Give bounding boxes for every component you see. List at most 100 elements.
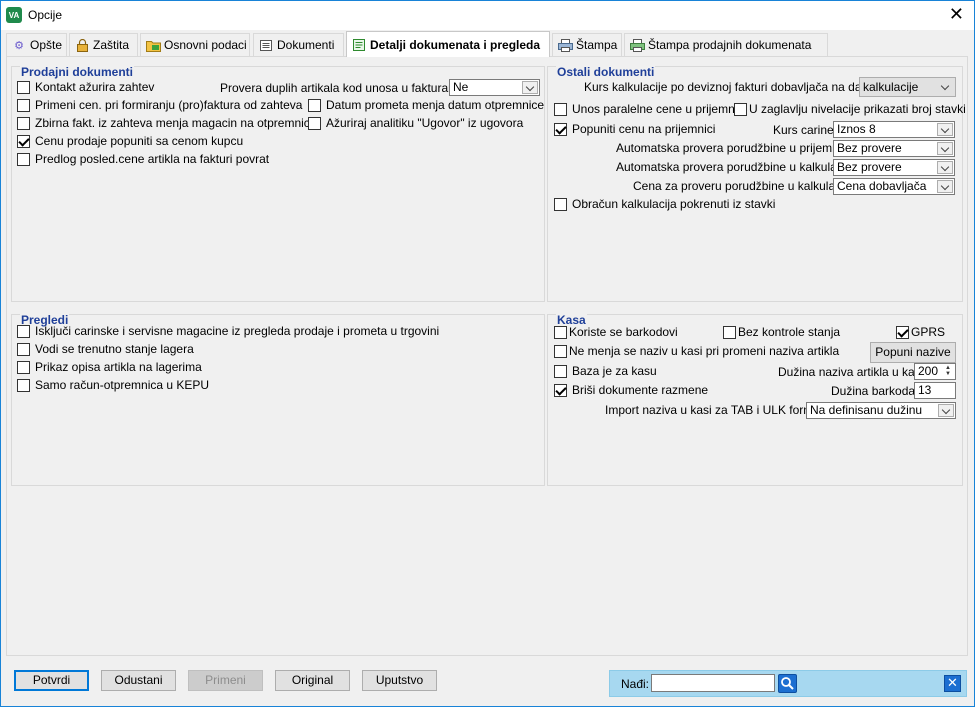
checkbox-baza-za-kasu[interactable]: Baza je za kasu xyxy=(554,364,657,378)
chevron-down-icon[interactable] xyxy=(522,81,538,94)
checkbox-label: GPRS xyxy=(911,325,946,339)
folder-icon xyxy=(145,38,161,52)
chevron-down-icon[interactable] xyxy=(937,161,953,174)
import-naziva-select[interactable]: Na definisanu dužinu xyxy=(806,402,956,419)
kurs-kalkulacije-select[interactable]: kalkulacije xyxy=(859,77,956,97)
potvrdi-button[interactable]: Potvrdi xyxy=(14,670,89,691)
checkbox-popuniti-cenu[interactable]: Popuniti cenu na prijemnici xyxy=(554,122,715,136)
gear-icon: ⚙ xyxy=(14,39,24,52)
checkbox-box[interactable] xyxy=(17,116,30,130)
checkbox-ne-menja-naziv[interactable]: Ne menja se naziv u kasi pri promeni naz… xyxy=(554,344,839,358)
primeni-button[interactable]: Primeni xyxy=(188,670,263,691)
checkbox-box[interactable] xyxy=(308,98,321,112)
checkbox-label: Koriste se barkodovi xyxy=(569,325,678,339)
checkbox-box[interactable] xyxy=(554,122,567,136)
checkbox-azuriraj-analitiku[interactable]: Ažuriraj analitiku "Ugovor" iz ugovora xyxy=(308,116,523,130)
checkbox-cenu-prodaje[interactable]: Cenu prodaje popuniti sa cenom kupcu xyxy=(17,134,243,148)
checkbox-box[interactable] xyxy=(554,197,567,211)
select-value: kalkulacije xyxy=(863,80,919,94)
checkbox-obracun-kalkulacija[interactable]: Obračun kalkulacija pokrenuti iz stavki xyxy=(554,197,775,211)
chevron-down-icon[interactable] xyxy=(937,180,953,193)
popuni-nazive-button[interactable]: Popuni nazive xyxy=(870,342,956,363)
checkbox-unos-paralelne[interactable]: Unos paralelne cene u prijemnici xyxy=(554,102,746,116)
cena-za-proveru-select[interactable]: Cena dobavljača xyxy=(833,178,955,195)
close-search-icon[interactable]: ✕ xyxy=(944,675,961,692)
checkbox-box[interactable] xyxy=(17,134,30,148)
checkbox-box[interactable] xyxy=(17,80,30,94)
window-close-icon[interactable]: ✕ xyxy=(949,4,964,24)
checkbox-box[interactable] xyxy=(734,102,747,116)
checkbox-box[interactable] xyxy=(17,342,30,356)
checkbox-u-zaglavlju[interactable]: U zaglavlju nivelacije prikazati broj st… xyxy=(734,102,966,116)
checkbox-predlog-posled[interactable]: Predlog posled.cene artikla na fakturi p… xyxy=(17,152,269,166)
select-value: Bez provere xyxy=(837,160,902,174)
checkbox-label: Popuniti cenu na prijemnici xyxy=(572,122,716,136)
checkbox-box[interactable] xyxy=(17,324,30,338)
chevron-down-icon[interactable] xyxy=(938,404,954,417)
tab-detalji-dokumenata[interactable]: Detalji dokumenata i pregleda xyxy=(346,31,550,57)
checkbox-box[interactable] xyxy=(554,383,567,397)
cena-za-proveru-label: Cena za proveru porudžbine u kalkulaciji… xyxy=(633,179,853,193)
search-input[interactable] xyxy=(651,674,775,692)
duzina-barkoda-label: Dužina barkoda: xyxy=(831,384,919,398)
checkbox-vodi-stanje[interactable]: Vodi se trenutno stanje lagera xyxy=(17,342,194,356)
checkbox-box[interactable] xyxy=(17,98,30,112)
checkbox-label: Datum prometa menja datum otpremnice xyxy=(326,98,545,112)
group-pregledi: Pregledi Isključi carinske i servisne ma… xyxy=(11,313,545,486)
tab-label: Opšte xyxy=(30,38,63,52)
checkbox-datum-prometa[interactable]: Datum prometa menja datum otpremnice xyxy=(308,98,544,112)
tab-stampa[interactable]: Štampa xyxy=(552,33,622,56)
tab-label: Štampa prodajnih dokumenata xyxy=(648,38,812,52)
checkbox-box[interactable] xyxy=(723,325,736,339)
options-window: VA Opcije ✕ ⚙ Opšte Zaštita Osnovni poda… xyxy=(0,0,975,707)
checkbox-gprs[interactable]: GPRS xyxy=(896,325,945,339)
search-button[interactable] xyxy=(778,674,797,693)
auto-provera-kalkulaciji-label: Automatska provera porudžbine u kalkulac… xyxy=(616,160,855,174)
tab-label: Dokumenti xyxy=(277,38,335,52)
chevron-down-icon[interactable] xyxy=(937,123,953,136)
chevron-down-icon[interactable] xyxy=(937,142,953,155)
tab-osnovni-podaci[interactable]: Osnovni podaci xyxy=(140,33,250,56)
uputstvo-button[interactable]: Uputstvo xyxy=(362,670,437,691)
checkbox-box[interactable] xyxy=(896,325,909,339)
checkbox-box[interactable] xyxy=(554,344,567,358)
tab-label: Detalji dokumenata i pregleda xyxy=(370,37,541,52)
checkbox-box[interactable] xyxy=(17,360,30,374)
duzina-barkoda-input[interactable]: 13 xyxy=(914,382,956,399)
checkbox-iskljuci-carinske[interactable]: Isključi carinske i servisne magacine iz… xyxy=(17,324,439,338)
checkbox-samo-racun[interactable]: Samo račun-otpremnica u KEPU xyxy=(17,378,209,392)
group-prodajni-dokumenti: Prodajni dokumenti Kontakt ažurira zahte… xyxy=(11,65,545,302)
checkbox-kontakt-azurira[interactable]: Kontakt ažurira zahtev xyxy=(17,80,154,94)
checkbox-zbirna-fakt[interactable]: Zbirna fakt. iz zahteva menja magacin na… xyxy=(17,116,312,130)
checkbox-prikaz-opisa[interactable]: Prikaz opisa artikla na lagerima xyxy=(17,360,202,374)
chevron-down-icon[interactable] xyxy=(938,81,954,94)
checkbox-bez-kontrole[interactable]: Bez kontrole stanja xyxy=(723,325,840,339)
tab-zastita[interactable]: Zaštita xyxy=(69,33,138,56)
tab-stampa-prodajnih[interactable]: Štampa prodajnih dokumenata xyxy=(624,33,828,56)
tab-opste[interactable]: ⚙ Opšte xyxy=(6,33,67,56)
tab-panel-detalji: Prodajni dokumenti Kontakt ažurira zahte… xyxy=(6,56,968,656)
checkbox-box[interactable] xyxy=(17,152,30,166)
tab-dokumenti[interactable]: Dokumenti xyxy=(253,33,344,56)
odustani-button[interactable]: Odustani xyxy=(101,670,176,691)
kurs-carine-select[interactable]: Iznos 8 xyxy=(833,121,955,138)
spin-arrows-icon[interactable]: ▲ ▼ xyxy=(942,365,954,378)
checkbox-koriste-barkodovi[interactable]: Koriste se barkodovi xyxy=(554,325,678,339)
checkbox-box[interactable] xyxy=(554,364,567,378)
checkbox-box[interactable] xyxy=(308,116,321,130)
checkbox-box[interactable] xyxy=(554,325,567,339)
checkbox-label: Obračun kalkulacija pokrenuti iz stavki xyxy=(572,197,776,211)
checkbox-label: Prikaz opisa artikla na lagerima xyxy=(35,360,202,374)
provera-duplih-select[interactable]: Ne xyxy=(449,79,540,96)
auto-provera-kalkulaciji-select[interactable]: Bez provere xyxy=(833,159,955,176)
document-icon xyxy=(258,38,274,52)
checkbox-box[interactable] xyxy=(554,102,567,116)
original-button[interactable]: Original xyxy=(275,670,350,691)
duzina-naziva-stepper[interactable]: 200 ▲ ▼ xyxy=(914,363,956,380)
checkbox-primeni-cen[interactable]: Primeni cen. pri formiranju (pro)faktura… xyxy=(17,98,302,112)
checkbox-label: Zbirna fakt. iz zahteva menja magacin na… xyxy=(35,116,313,130)
printer-icon xyxy=(629,38,645,52)
checkbox-brisi-dokumente[interactable]: Briši dokumente razmene xyxy=(554,383,708,397)
auto-provera-prijemnici-select[interactable]: Bez provere xyxy=(833,140,955,157)
checkbox-box[interactable] xyxy=(17,378,30,392)
